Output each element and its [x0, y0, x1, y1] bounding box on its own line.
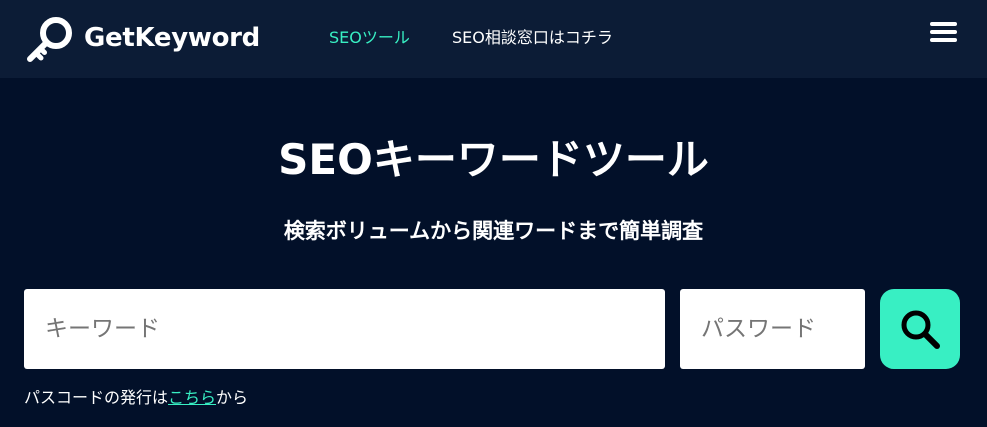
keyword-input[interactable]	[24, 289, 665, 369]
hamburger-menu-icon[interactable]	[930, 19, 958, 45]
page-subtitle: 検索ボリュームから関連ワードまで簡単調査	[283, 219, 704, 243]
search-button[interactable]	[880, 289, 960, 369]
search-icon	[901, 310, 940, 349]
page-title: SEOキーワードツール	[278, 135, 709, 184]
magnifier-key-icon	[27, 17, 72, 62]
logo-text: GetKeyword	[84, 23, 260, 53]
passcode-note: パスコードの発行はこちらから	[24, 386, 248, 410]
menu-bar	[930, 38, 957, 42]
logo-link[interactable]: GetKeyword	[26, 13, 260, 63]
password-input[interactable]	[680, 289, 865, 369]
nav-seo-consultation[interactable]: SEO相談窓口はコチラ	[452, 26, 613, 50]
passcode-link[interactable]: こちら	[168, 388, 216, 407]
menu-bar	[930, 30, 957, 34]
passcode-text-after: から	[216, 388, 249, 407]
menu-bar	[930, 22, 957, 26]
site-header: GetKeyword SEOツール SEO相談窓口はコチラ	[0, 0, 987, 78]
nav-seo-tools[interactable]: SEOツール	[329, 26, 410, 50]
passcode-text-before: パスコードの発行は	[24, 388, 169, 407]
